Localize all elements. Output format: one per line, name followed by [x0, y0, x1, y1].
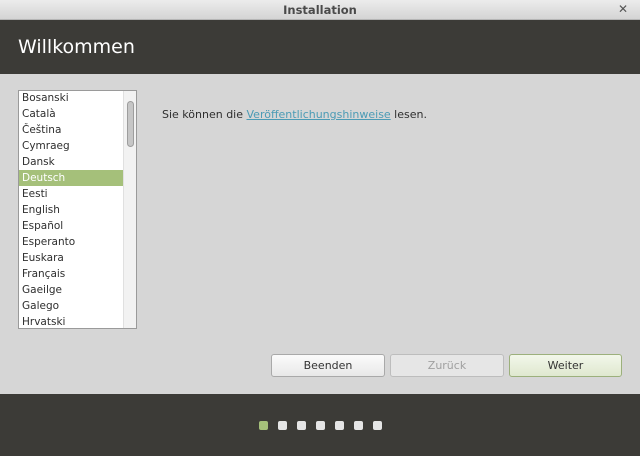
- language-list[interactable]: Bosanski Català Čeština Cymraeg Dansk Deutsch…: [18, 90, 137, 329]
- window-title: Installation: [283, 3, 357, 17]
- release-notes-text: Sie können die Veröffentlichungshinweise…: [162, 108, 427, 121]
- scrollbar-thumb[interactable]: [127, 101, 134, 147]
- language-item[interactable]: Eesti: [19, 186, 124, 202]
- progress-dot: [373, 421, 382, 430]
- back-button[interactable]: Zurück: [390, 354, 504, 377]
- quit-button[interactable]: Beenden: [271, 354, 385, 377]
- release-notes-link[interactable]: Veröffentlichungshinweise: [247, 108, 391, 121]
- language-item[interactable]: Euskara: [19, 250, 124, 266]
- release-notes-suffix: lesen.: [390, 108, 427, 121]
- next-button[interactable]: Weiter: [509, 354, 622, 377]
- language-item[interactable]: Dansk: [19, 154, 124, 170]
- progress-dot: [354, 421, 363, 430]
- progress-dot: [316, 421, 325, 430]
- page-title: Willkommen: [18, 36, 135, 58]
- language-list-items: Bosanski Català Čeština Cymraeg Dansk Deutsch…: [19, 91, 124, 328]
- language-list-scrollbar[interactable]: [123, 91, 136, 328]
- close-icon[interactable]: ✕: [618, 2, 628, 16]
- progress-dot: [278, 421, 287, 430]
- language-item[interactable]: Esperanto: [19, 234, 124, 250]
- page-header: Willkommen: [0, 20, 640, 74]
- language-item[interactable]: Español: [19, 218, 124, 234]
- language-item[interactable]: Hrvatski: [19, 314, 124, 328]
- language-item[interactable]: Gaeilge: [19, 282, 124, 298]
- language-item[interactable]: Galego: [19, 298, 124, 314]
- progress-dot: [335, 421, 344, 430]
- language-item[interactable]: Français: [19, 266, 124, 282]
- language-item[interactable]: Čeština: [19, 122, 124, 138]
- window-titlebar: Installation ✕: [0, 0, 640, 20]
- language-item[interactable]: Cymraeg: [19, 138, 124, 154]
- progress-dot: [297, 421, 306, 430]
- progress-dot: [259, 421, 268, 430]
- language-item[interactable]: English: [19, 202, 124, 218]
- language-item[interactable]: Bosanski: [19, 91, 124, 106]
- language-item[interactable]: Català: [19, 106, 124, 122]
- release-notes-prefix: Sie können die: [162, 108, 247, 121]
- page-footer: [0, 394, 640, 456]
- language-item[interactable]: Deutsch: [19, 170, 124, 186]
